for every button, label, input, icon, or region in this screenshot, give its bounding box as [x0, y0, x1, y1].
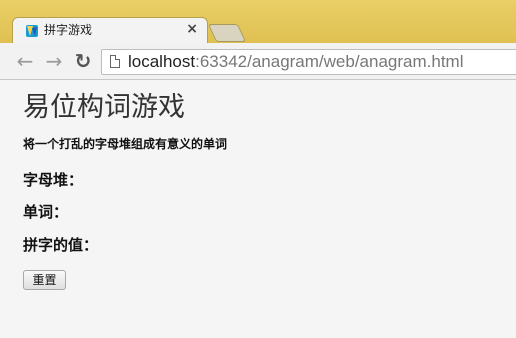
word-label: 单词： [23, 203, 69, 221]
address-bar[interactable]: localhost:63342/anagram/web/anagram.html [101, 49, 516, 75]
instructions-text: 将一个打乱的字母堆组成有意义的单词 [23, 137, 228, 151]
browser-window: 拼字游戏 × ← → ↻ localhost:63342/anagram/web… [0, 0, 516, 338]
tab-strip: 拼字游戏 × [0, 0, 516, 44]
active-tab[interactable]: 拼字游戏 × [12, 17, 208, 44]
webstorm-icon [26, 25, 38, 37]
letters-label: 字母堆： [23, 171, 84, 189]
score-label: 拼字的值： [23, 236, 99, 254]
tab-close-icon[interactable]: × [186, 21, 198, 37]
tab-title: 拼字游戏 [44, 23, 93, 37]
reload-icon[interactable]: ↻ [72, 50, 94, 72]
page-content: 易位构词游戏 将一个打乱的字母堆组成有意义的单词 字母堆： 单词： 拼字的值： … [0, 80, 516, 338]
page-icon [110, 55, 120, 68]
new-tab-button[interactable] [207, 24, 247, 42]
forward-arrow-icon[interactable]: → [43, 50, 65, 72]
back-arrow-icon[interactable]: ← [14, 50, 36, 72]
url-path: :63342/anagram/web/anagram.html [195, 52, 464, 71]
url-text[interactable]: localhost:63342/anagram/web/anagram.html [128, 52, 464, 72]
browser-toolbar: ← → ↻ localhost:63342/anagram/web/anagra… [0, 43, 516, 80]
page-title: 易位构词游戏 [23, 92, 185, 123]
reset-button[interactable]: 重置 [23, 270, 66, 290]
url-host: localhost [128, 52, 196, 71]
